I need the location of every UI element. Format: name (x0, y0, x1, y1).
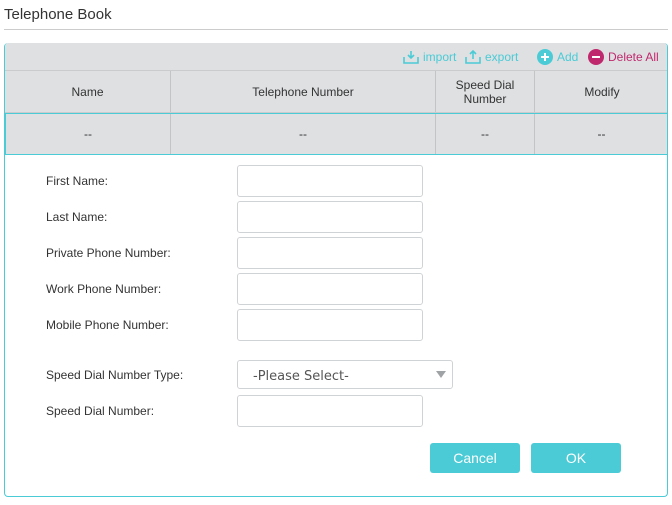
table-row[interactable]: -- -- -- -- (5, 113, 667, 155)
delete-all-button[interactable]: Delete All (588, 43, 659, 70)
title-divider (4, 29, 668, 30)
mobile-phone-input[interactable] (237, 309, 423, 341)
export-icon (465, 49, 481, 64)
header-modify: Modify (584, 84, 620, 99)
mobile-phone-label: Mobile Phone Number: (46, 318, 169, 332)
telephone-book-panel: import export Add Delete All Name Teleph… (4, 43, 668, 497)
plus-circle-icon (537, 48, 553, 65)
mobile-phone-row: Mobile Phone Number: (5, 309, 667, 341)
export-button[interactable]: export (465, 43, 518, 70)
import-label: import (423, 49, 457, 64)
private-phone-row: Private Phone Number: (5, 237, 667, 269)
work-phone-row: Work Phone Number: (5, 273, 667, 305)
last-name-row: Last Name: (5, 201, 667, 233)
header-telephone-number: Telephone Number (171, 71, 436, 112)
delete-all-label: Delete All (608, 49, 659, 64)
row-modify: -- (597, 127, 606, 141)
row-telephone-number: -- (171, 114, 436, 154)
header-name: Name (5, 71, 171, 112)
first-name-label: First Name: (46, 174, 109, 188)
private-phone-input[interactable] (237, 237, 423, 269)
speed-dial-number-row: Speed Dial Number: (5, 395, 667, 427)
speed-dial-type-row: Speed Dial Number Type: -Please Select- (5, 360, 667, 392)
last-name-input[interactable] (237, 201, 423, 233)
toolbar: import export Add Delete All (5, 43, 667, 70)
speed-dial-type-value: -Please Select- (253, 369, 349, 384)
speed-dial-number-input[interactable] (237, 395, 423, 427)
row-name: -- (6, 114, 171, 154)
work-phone-input[interactable] (237, 273, 423, 305)
page-title: Telephone Book (4, 6, 112, 23)
work-phone-label: Work Phone Number: (46, 282, 162, 296)
export-label: export (485, 49, 519, 64)
add-label: Add (557, 49, 579, 64)
first-name-row: First Name: (5, 165, 667, 197)
chevron-down-icon (436, 371, 446, 378)
ok-button[interactable]: OK (531, 443, 621, 473)
import-button[interactable]: import (403, 43, 456, 70)
header-speed-dial-number: Speed Dial Number (436, 71, 535, 112)
speed-dial-number-label: Speed Dial Number: (46, 404, 155, 418)
last-name-label: Last Name: (46, 210, 108, 224)
table-header: Name Telephone Number Speed Dial Number … (5, 70, 667, 113)
private-phone-label: Private Phone Number: (46, 246, 171, 260)
speed-dial-type-label: Speed Dial Number Type: (46, 368, 184, 382)
telephone-table: Name Telephone Number Speed Dial Number … (5, 70, 667, 155)
minus-circle-icon (588, 48, 604, 65)
cancel-button[interactable]: Cancel (430, 443, 520, 473)
first-name-input[interactable] (237, 165, 423, 197)
row-speed-dial-number: -- (436, 114, 535, 154)
speed-dial-type-select[interactable]: -Please Select- (237, 360, 453, 389)
import-icon (403, 50, 419, 64)
add-button[interactable]: Add (537, 43, 578, 70)
